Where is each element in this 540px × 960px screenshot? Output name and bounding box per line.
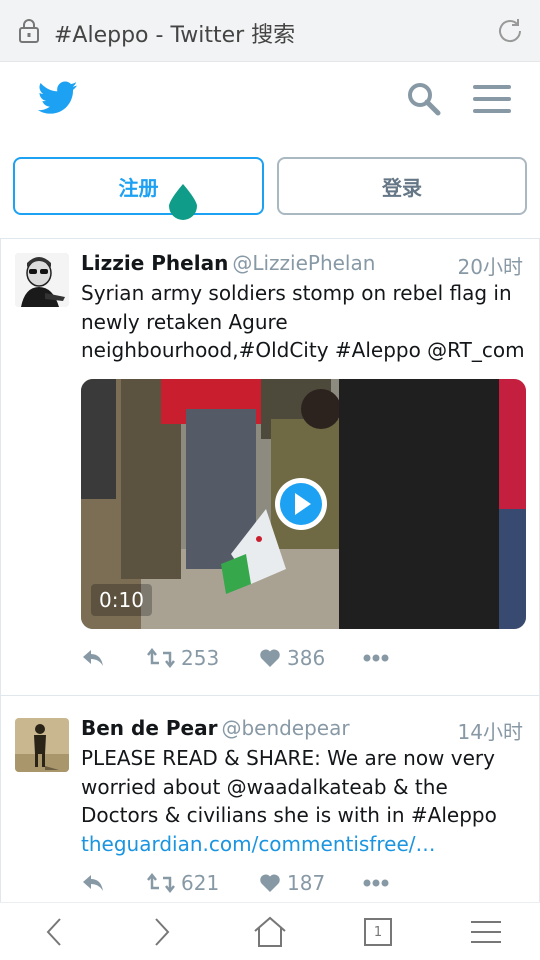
like-button[interactable]: 386 [259, 641, 325, 675]
heart-icon [260, 649, 280, 667]
retweet-count: 621 [181, 871, 220, 895]
author-name[interactable]: Lizzie Phelan [81, 251, 228, 275]
avatar[interactable] [15, 718, 69, 772]
reply-icon [83, 650, 103, 666]
back-icon[interactable] [38, 915, 72, 949]
retweet-count: 253 [181, 646, 220, 670]
search-icon[interactable] [406, 81, 442, 117]
more-button[interactable] [363, 866, 389, 900]
video-duration: 0:10 [91, 584, 152, 616]
browser-bottom-nav: 1 [0, 902, 540, 960]
author-name[interactable]: Ben de Pear [81, 716, 217, 740]
more-button[interactable] [363, 641, 389, 675]
retweet-button[interactable]: 253 [147, 641, 219, 675]
timeline[interactable]: Lizzie Phelan @LizziePhelan 20小时 Syrian a… [0, 238, 540, 903]
home-icon[interactable] [253, 915, 287, 949]
tweet-text: PLEASE READ & SHARE: We are now very wor… [81, 746, 497, 827]
tweet-header: Lizzie Phelan @LizziePhelan 20小时 [81, 251, 523, 279]
twitter-bird-icon[interactable] [38, 80, 78, 116]
retweet-icon [147, 873, 175, 893]
tweet-link[interactable]: theguardian.com/commentisfree/… [81, 832, 435, 856]
browser-menu-icon[interactable] [469, 915, 503, 949]
more-dots-icon [363, 879, 389, 887]
page-title: #Aleppo - Twitter 搜索 [54, 23, 296, 48]
lock-icon [19, 19, 39, 43]
tweet-timestamp[interactable]: 20小时 [458, 251, 523, 280]
tabs-button[interactable]: 1 [361, 915, 395, 949]
retweet-button[interactable]: 621 [147, 866, 219, 900]
avatar[interactable] [15, 253, 69, 307]
reply-button[interactable] [81, 641, 105, 675]
tweet[interactable]: Lizzie Phelan @LizziePhelan 20小时 Syrian a… [0, 239, 540, 695]
more-dots-icon [363, 654, 389, 662]
tweet-timestamp[interactable]: 14小时 [458, 716, 523, 745]
play-icon[interactable] [273, 476, 329, 532]
tweet-header: Ben de Pear @bendepear 14小时 [81, 716, 523, 744]
like-count: 386 [287, 646, 326, 670]
like-count: 187 [287, 871, 326, 895]
author-handle[interactable]: @LizziePhelan [232, 251, 375, 275]
reply-button[interactable] [81, 866, 105, 900]
like-button[interactable]: 187 [259, 866, 325, 900]
retweet-icon [147, 648, 175, 668]
heart-icon [260, 874, 280, 892]
tweet-text: Syrian army soldiers stomp on rebel flag… [81, 281, 525, 362]
hamburger-menu-icon[interactable] [473, 84, 511, 114]
tweet[interactable]: Ben de Pear @bendepear 14小时 PLEASE READ &… [0, 695, 540, 903]
signup-button[interactable]: 注册 [13, 157, 264, 215]
reply-icon [83, 875, 103, 891]
reload-icon[interactable] [494, 15, 526, 47]
twitter-header [0, 62, 540, 138]
tweet-video[interactable]: 0:10 [81, 379, 526, 629]
forward-icon[interactable] [144, 915, 178, 949]
touch-indicator-icon [169, 184, 197, 220]
login-button[interactable]: 登录 [277, 157, 527, 215]
tweet-actions: 253 386 [81, 641, 521, 675]
browser-address-bar[interactable]: #Aleppo - Twitter 搜索 [0, 0, 540, 62]
author-handle[interactable]: @bendepear [221, 716, 349, 740]
tab-count: 1 [373, 924, 383, 940]
tweet-body: PLEASE READ & SHARE: We are now very wor… [81, 744, 529, 858]
tweet-actions: 621 187 [81, 866, 521, 900]
